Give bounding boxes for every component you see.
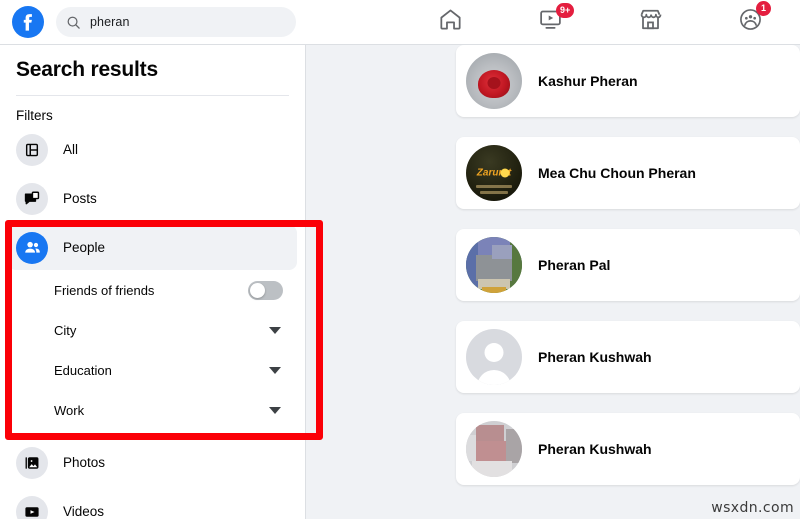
facebook-search-results-page: pheran 9+ 1 Search results Filters All P… (0, 0, 800, 519)
result-name: Pheran Kushwah (538, 349, 652, 365)
sidebar-item-label: People (63, 240, 106, 255)
result-card[interactable]: Pheran Pal (456, 229, 800, 301)
facebook-logo-icon[interactable] (12, 6, 44, 38)
sidebar-item-people[interactable]: People (8, 225, 297, 270)
avatar[interactable] (466, 237, 522, 293)
result-name: Mea Chu Choun Pheran (538, 165, 696, 181)
people-icon (16, 231, 48, 264)
sidebar-item-label: Videos (63, 504, 105, 519)
filters-heading: Filters (16, 108, 53, 123)
sidebar-item-label: Photos (63, 455, 106, 470)
avatar[interactable] (466, 421, 522, 477)
sidebar-item-label: Posts (63, 191, 97, 206)
search-input[interactable]: pheran (56, 7, 296, 37)
suboption-label: Work (54, 402, 85, 418)
sidebar-item-videos[interactable]: Videos (8, 489, 297, 519)
toggle-knob (250, 282, 265, 298)
avatar[interactable]: Zarurat (466, 145, 522, 201)
filter-friends-of-friends[interactable]: Friends of friends (8, 270, 297, 310)
page-title: Search results (16, 58, 158, 81)
home-icon (438, 7, 463, 37)
top-navigation-bar: pheran 9+ 1 (0, 0, 800, 45)
chevron-down-icon[interactable] (269, 326, 281, 334)
sidebar-item-posts[interactable]: Posts (8, 176, 297, 221)
watermark: wsxdn.com (711, 500, 794, 516)
search-icon (66, 15, 81, 30)
avatar[interactable] (466, 329, 522, 385)
result-card[interactable]: Kashur Pheran (456, 45, 800, 117)
sidebar-item-label: All (63, 142, 79, 157)
marketplace-icon (638, 7, 663, 37)
result-card[interactable]: Pheran Kushwah (456, 321, 800, 393)
result-name: Pheran Kushwah (538, 441, 652, 457)
filter-work[interactable]: Work (8, 390, 297, 430)
watch-badge-count: 9+ (556, 3, 575, 18)
marketplace-nav-button[interactable] (600, 0, 700, 44)
result-card[interactable]: Zarurat Mea Chu Choun Pheran (456, 137, 800, 209)
groups-nav-button[interactable]: 1 (700, 0, 800, 44)
result-name: Pheran Pal (538, 257, 611, 273)
search-filters-sidebar: Search results Filters All Posts People … (0, 45, 306, 519)
posts-icon (16, 182, 48, 215)
avatar[interactable] (466, 53, 522, 109)
result-name: Kashur Pheran (538, 73, 638, 89)
home-nav-button[interactable] (400, 0, 500, 44)
all-results-icon (16, 133, 48, 166)
filter-city[interactable]: City (8, 310, 297, 350)
chevron-down-icon[interactable] (269, 406, 281, 414)
search-results-list: Kashur Pheran Zarurat Mea Chu Choun Pher… (456, 45, 800, 519)
result-card[interactable]: Pheran Kushwah (456, 413, 800, 485)
sidebar-item-photos[interactable]: Photos (8, 440, 297, 485)
friends-of-friends-toggle[interactable] (248, 280, 283, 300)
search-query-text: pheran (90, 15, 130, 29)
rose-photo-icon (478, 69, 510, 98)
suboption-label: City (54, 322, 77, 338)
default-avatar-icon (484, 343, 504, 362)
suboption-label: Education (54, 362, 112, 378)
videos-icon (16, 495, 48, 519)
nav-icon-group: 9+ 1 (400, 0, 800, 44)
suboption-label: Friends of friends (54, 282, 155, 298)
photos-icon (16, 446, 48, 479)
sidebar-item-all[interactable]: All (8, 127, 297, 172)
groups-badge-count: 1 (756, 1, 771, 16)
filter-education[interactable]: Education (8, 350, 297, 390)
chevron-down-icon[interactable] (269, 366, 281, 374)
watch-nav-button[interactable]: 9+ (500, 0, 600, 44)
emoji-icon (500, 168, 510, 178)
